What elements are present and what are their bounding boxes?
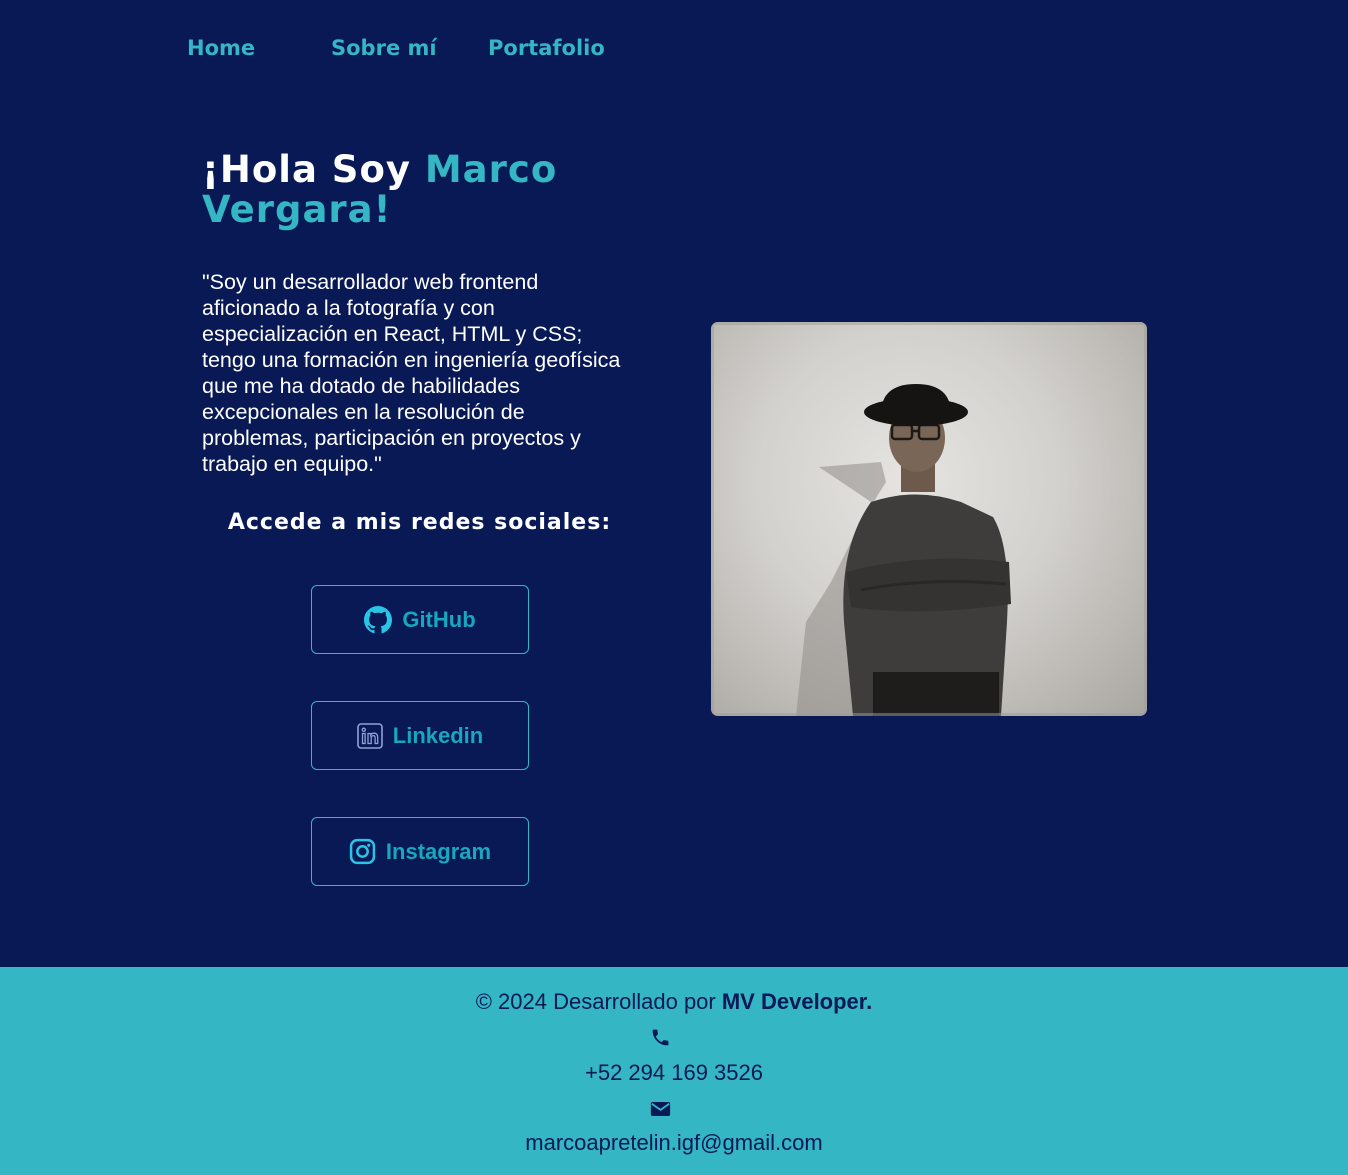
bio-text: "Soy un desarrollador web frontend afici… <box>202 270 621 476</box>
github-icon <box>364 605 393 634</box>
phone-icon <box>650 1027 671 1053</box>
portrait-illustration <box>711 322 1147 716</box>
nav-home[interactable]: Home <box>187 36 255 60</box>
email-address[interactable]: marcoapretelin.igf@gmail.com <box>0 1130 1348 1156</box>
hero-title-prefix: ¡Hola Soy <box>202 148 425 191</box>
nav-sobre-mi[interactable]: Sobre mí <box>331 36 437 60</box>
github-label: GitHub <box>402 606 476 632</box>
footer: © 2024 Desarrollado por MV Developer. +5… <box>0 967 1348 1175</box>
linkedin-button[interactable]: Linkedin <box>311 701 529 770</box>
copyright-prefix: © 2024 Desarrollado por <box>475 989 722 1014</box>
instagram-label: Instagram <box>385 838 492 864</box>
portrait-photo <box>711 322 1147 716</box>
brand-name: MV Developer. <box>721 989 873 1014</box>
nav-portafolio[interactable]: Portafolio <box>488 36 605 60</box>
instagram-icon <box>349 838 376 865</box>
linkedin-icon <box>356 722 383 749</box>
social-heading: Accede a mis redes sociales: <box>227 510 612 535</box>
phone-number[interactable]: +52 294 169 3526 <box>0 1060 1348 1086</box>
github-button[interactable]: GitHub <box>311 585 529 654</box>
copyright-text: © 2024 Desarrollado por MV Developer. <box>0 989 1348 1015</box>
envelope-icon <box>650 1100 671 1123</box>
top-nav: Home Sobre mí Portafolio <box>0 36 1348 66</box>
hero-title: ¡Hola Soy Marco Vergara! <box>202 150 642 230</box>
linkedin-label: Linkedin <box>392 722 484 748</box>
instagram-button[interactable]: Instagram <box>311 817 529 886</box>
